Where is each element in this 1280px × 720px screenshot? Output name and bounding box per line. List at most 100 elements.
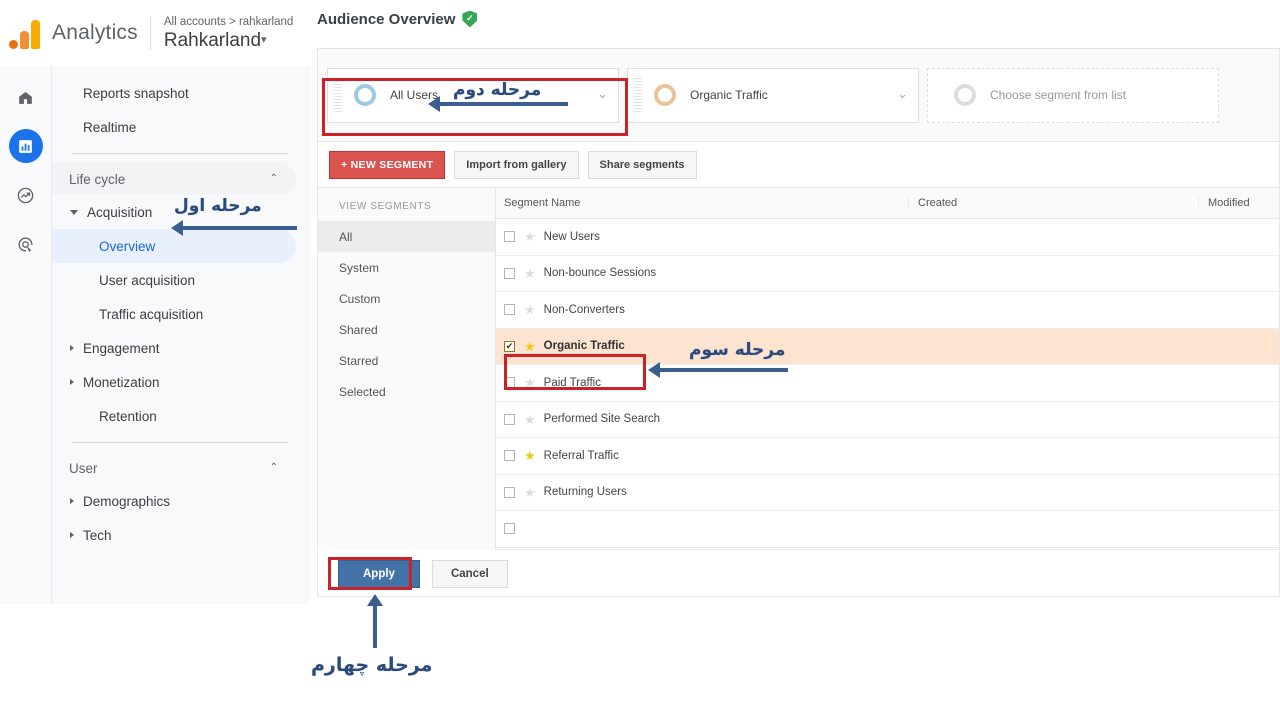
import-from-gallery-button[interactable]: Import from gallery (454, 150, 579, 179)
row-checkbox[interactable] (504, 450, 515, 462)
share-segments-button[interactable]: Share segments (587, 150, 697, 179)
sidebar-item-label: User acquisition (99, 272, 196, 288)
column-header-modified[interactable]: Modified (1198, 197, 1279, 209)
table-row-selected[interactable]: ✔ ★ Organic Traffic (496, 328, 1279, 365)
segment-picker-toolbar: + NEW SEGMENT Import from gallery Share … (318, 142, 1279, 188)
segment-chip-choose-from-list[interactable]: Choose segment from list (927, 67, 1219, 123)
row-checkbox[interactable] (504, 486, 515, 498)
star-icon[interactable]: ★ (524, 303, 536, 316)
star-icon[interactable]: ★ (524, 413, 536, 426)
apply-button[interactable]: Apply (338, 559, 420, 588)
segment-picker-panel: + NEW SEGMENT Import from gallery Share … (317, 141, 1280, 550)
table-row[interactable]: ★ Referral Traffic (496, 438, 1279, 475)
segment-chip-organic-traffic[interactable]: Organic Traffic ⌄ (627, 67, 919, 123)
account-switcher[interactable]: All accounts > rahkarland Rahkarland▾ (164, 16, 293, 51)
account-name-text: Rahkarland (163, 29, 262, 51)
table-row[interactable]: ★ Performed Site Search (496, 402, 1279, 438)
segment-chip-label: Organic Traffic (690, 88, 768, 102)
star-icon-filled[interactable]: ★ (524, 340, 536, 353)
sidebar-item-reports-snapshot[interactable]: Reports snapshot (52, 76, 296, 110)
table-row[interactable]: ★ Paid Traffic (496, 365, 1279, 402)
sidebar-item-tech[interactable]: Tech (52, 518, 296, 552)
triangle-down-icon (70, 209, 78, 215)
brand-bar: Analytics All accounts > rahkarland Rahk… (0, 0, 310, 66)
star-icon[interactable]: ★ (524, 267, 536, 280)
new-segment-button[interactable]: + NEW SEGMENT (329, 150, 446, 179)
star-icon[interactable]: ★ (524, 230, 536, 243)
triangle-right-icon (70, 379, 74, 385)
sidebar-nav: Reports snapshot Realtime Life cycle ⌃ A… (52, 66, 310, 604)
view-filter-label: Selected (339, 384, 386, 399)
row-checkbox-checked[interactable]: ✔ (504, 340, 515, 352)
sidebar-group-user[interactable]: User ⌃ (52, 452, 296, 484)
sidebar-item-traffic-acquisition[interactable]: Traffic acquisition (52, 297, 296, 331)
sidebar-item-retention[interactable]: Retention (52, 399, 296, 433)
row-checkbox[interactable] (504, 413, 515, 425)
view-filter-shared[interactable]: Shared (318, 314, 495, 345)
star-icon-filled[interactable]: ★ (524, 449, 536, 462)
reports-icon[interactable] (8, 129, 43, 163)
segment-name: Paid Traffic (543, 376, 601, 389)
view-filter-system[interactable]: System (318, 252, 495, 283)
sidebar-item-engagement[interactable]: Engagement (52, 331, 296, 365)
table-row[interactable]: ★ Non-Converters (496, 292, 1279, 329)
star-icon[interactable]: ★ (524, 376, 536, 389)
column-header-created[interactable]: Created (908, 197, 1198, 209)
row-checkbox[interactable] (504, 377, 515, 389)
brand-name: Analytics (52, 21, 138, 44)
sidebar-item-monetization[interactable]: Monetization (52, 365, 296, 399)
sidebar-item-label: Reports snapshot (83, 85, 189, 101)
star-icon[interactable]: ★ (524, 486, 536, 499)
explore-icon[interactable] (9, 178, 43, 212)
chevron-down-icon[interactable]: ▾ (261, 34, 267, 46)
drag-handle-icon[interactable] (634, 78, 642, 112)
row-checkbox[interactable] (504, 304, 515, 316)
screenshot-root: Analytics All accounts > rahkarland Rahk… (0, 0, 1280, 720)
view-filter-all[interactable]: All (318, 221, 495, 252)
sidebar-divider (72, 442, 288, 443)
sidebar-item-label: Realtime (83, 119, 137, 135)
chevron-down-icon[interactable]: ⌄ (597, 87, 608, 100)
row-checkbox[interactable] (504, 523, 515, 535)
table-row[interactable]: ★ New Users (496, 219, 1279, 256)
view-filter-label: Custom (339, 291, 381, 306)
sidebar-item-realtime[interactable]: Realtime (52, 110, 296, 144)
advertising-icon[interactable] (9, 227, 43, 261)
view-filter-custom[interactable]: Custom (318, 283, 495, 314)
chevron-down-icon[interactable]: ⌄ (897, 87, 908, 100)
sidebar-item-label: Overview (99, 238, 156, 254)
annotation-step4-label: مرحله چهارم (311, 654, 433, 676)
drag-handle-icon[interactable] (334, 78, 342, 112)
view-filter-label: Starred (339, 353, 379, 368)
triangle-right-icon (70, 498, 74, 504)
sidebar-item-label: Acquisition (87, 204, 153, 220)
view-filter-label: System (339, 260, 380, 275)
sidebar-item-user-acquisition[interactable]: User acquisition (52, 263, 296, 297)
view-filter-label: Shared (339, 322, 378, 337)
segment-donut-icon (354, 84, 376, 106)
view-segments-header: VIEW SEGMENTS (339, 201, 432, 212)
view-filter-selected[interactable]: Selected (318, 376, 495, 407)
view-filter-starred[interactable]: Starred (318, 345, 495, 376)
sidebar-item-demographics[interactable]: Demographics (52, 484, 296, 518)
sidebar-group-life-cycle[interactable]: Life cycle ⌃ (52, 163, 296, 195)
annotation-step3-label: مرحله سوم (689, 340, 786, 360)
segment-picker-body: VIEW SEGMENTS All System Custom Shared S… (318, 188, 1279, 550)
column-header-segment-name[interactable]: Segment Name (496, 197, 908, 209)
segment-name: Non-Converters (543, 303, 625, 316)
segment-name: Returning Users (543, 486, 627, 499)
table-row-clipped[interactable] (496, 511, 1279, 548)
table-row[interactable]: ★ Returning Users (496, 475, 1279, 511)
segment-donut-icon (954, 84, 976, 106)
row-checkbox[interactable] (504, 231, 515, 243)
cancel-button[interactable]: Cancel (431, 559, 508, 588)
table-row[interactable]: ★ Non-bounce Sessions (496, 256, 1279, 292)
triangle-right-icon (70, 345, 74, 351)
row-checkbox[interactable] (504, 267, 515, 279)
brand-divider (149, 16, 151, 50)
google-analytics-logo-icon (8, 16, 42, 50)
sidebar-item-label: Retention (99, 408, 157, 424)
chevron-up-icon: ⌃ (269, 462, 278, 473)
home-icon[interactable] (9, 80, 43, 114)
segment-name: Performed Site Search (543, 413, 660, 426)
